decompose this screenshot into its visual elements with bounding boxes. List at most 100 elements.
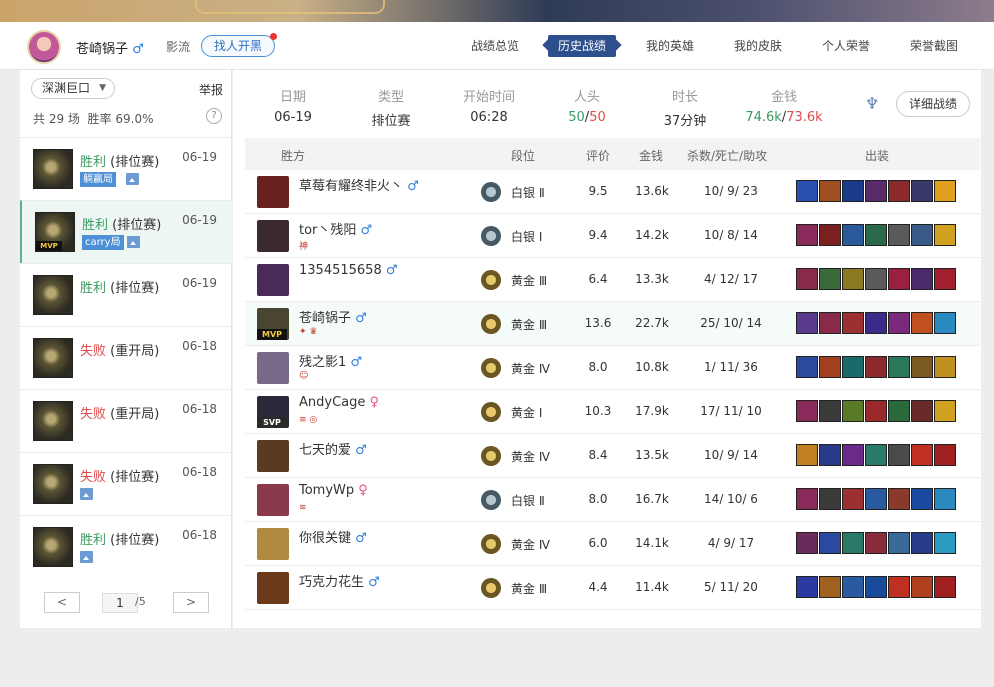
item-icon[interactable] — [865, 576, 887, 598]
player-name[interactable]: tor丶残阳 ♂ — [299, 219, 372, 238]
tab-heroes[interactable]: 我的英雄 — [646, 35, 694, 57]
table-row[interactable]: 草莓有耀终非火丶 ♂ 白银 Ⅱ 9.5 13.6k 10/ 9/ 23 — [245, 170, 980, 214]
item-icon[interactable] — [819, 576, 841, 598]
image-icon[interactable] — [126, 173, 139, 185]
item-icon[interactable] — [934, 312, 956, 334]
image-icon[interactable] — [80, 488, 93, 500]
item-icon[interactable] — [911, 180, 933, 202]
item-icon[interactable] — [865, 180, 887, 202]
item-icon[interactable] — [842, 488, 864, 510]
item-icon[interactable] — [842, 180, 864, 202]
item-icon[interactable] — [796, 488, 818, 510]
page-input[interactable]: 1 — [102, 593, 138, 613]
item-icon[interactable] — [888, 488, 910, 510]
player-name[interactable]: TomyWp ♀ — [299, 483, 368, 498]
item-icon[interactable] — [888, 312, 910, 334]
tab-skins[interactable]: 我的皮肤 — [734, 35, 782, 57]
item-icon[interactable] — [888, 444, 910, 466]
match-item[interactable]: MVP 胜利 (排位赛) 06-19 carry局 — [20, 200, 232, 263]
item-icon[interactable] — [911, 532, 933, 554]
item-icon[interactable] — [934, 400, 956, 422]
detail-stats-button[interactable]: 详细战绩 — [896, 91, 970, 117]
table-row[interactable]: 你很关键 ♂ 黄金 Ⅳ 6.0 14.1k 4/ 9/ 17 — [245, 522, 980, 566]
item-icon[interactable] — [888, 268, 910, 290]
item-icon[interactable] — [911, 400, 933, 422]
table-row[interactable]: 七天的爱 ♂ 黄金 Ⅳ 8.4 13.5k 10/ 9/ 14 — [245, 434, 980, 478]
image-icon[interactable] — [127, 236, 140, 248]
trophy-icon[interactable]: ♆ — [865, 94, 883, 114]
item-icon[interactable] — [842, 576, 864, 598]
item-icon[interactable] — [865, 444, 887, 466]
table-row[interactable]: tor丶残阳 ♂ 神 白银 Ⅰ 9.4 14.2k 10/ 8/ 14 — [245, 214, 980, 258]
item-icon[interactable] — [842, 312, 864, 334]
item-icon[interactable] — [888, 224, 910, 246]
item-icon[interactable] — [934, 576, 956, 598]
image-icon[interactable] — [80, 551, 93, 563]
item-icon[interactable] — [911, 268, 933, 290]
item-icon[interactable] — [819, 444, 841, 466]
item-icon[interactable] — [865, 356, 887, 378]
item-icon[interactable] — [819, 400, 841, 422]
mode-select[interactable]: 深渊巨口 ▼ — [31, 78, 115, 99]
item-icon[interactable] — [796, 312, 818, 334]
item-icon[interactable] — [888, 180, 910, 202]
item-icon[interactable] — [911, 444, 933, 466]
player-name[interactable]: 巧克力花生 ♂ — [299, 571, 380, 590]
tab-overview[interactable]: 战绩总览 — [471, 35, 519, 57]
item-icon[interactable] — [888, 576, 910, 598]
player-name[interactable]: 1354515658 ♂ — [299, 263, 398, 278]
item-icon[interactable] — [934, 224, 956, 246]
item-icon[interactable] — [796, 268, 818, 290]
find-team-button[interactable]: 找人开黑 — [201, 33, 277, 57]
item-icon[interactable] — [842, 356, 864, 378]
item-icon[interactable] — [888, 400, 910, 422]
report-link[interactable]: 举报 — [199, 81, 223, 98]
player-name[interactable]: 苍崎锅子 ♂ — [299, 307, 367, 326]
item-icon[interactable] — [819, 532, 841, 554]
tab-honors[interactable]: 个人荣誉 — [822, 35, 870, 57]
item-icon[interactable] — [934, 532, 956, 554]
player-name[interactable]: 你很关键 ♂ — [299, 527, 367, 546]
tab-screenshots[interactable]: 荣誉截图 — [910, 35, 958, 57]
item-icon[interactable] — [842, 532, 864, 554]
table-row[interactable]: 残之影1 ♂ ☺ 黄金 Ⅳ 8.0 10.8k 1/ 11/ 36 — [245, 346, 980, 390]
item-icon[interactable] — [796, 576, 818, 598]
item-icon[interactable] — [819, 268, 841, 290]
item-icon[interactable] — [796, 400, 818, 422]
match-item[interactable]: 失败 (重开局) 06-18 — [20, 389, 232, 452]
player-name[interactable]: 草莓有耀终非火丶 ♂ — [299, 175, 419, 194]
table-row[interactable]: SVP AndyCage ♀ ≡ ◎ 黄金 Ⅰ 10.3 17.9k 17/ 11/ 10 — [245, 390, 980, 434]
player-name[interactable]: 七天的爱 ♂ — [299, 439, 367, 458]
match-item[interactable]: 胜利 (排位赛) 06-19 — [20, 263, 232, 326]
item-icon[interactable] — [934, 268, 956, 290]
item-icon[interactable] — [934, 444, 956, 466]
item-icon[interactable] — [865, 488, 887, 510]
item-icon[interactable] — [842, 268, 864, 290]
item-icon[interactable] — [934, 180, 956, 202]
item-icon[interactable] — [842, 444, 864, 466]
match-item[interactable]: 胜利 (排位赛) 06-18 — [20, 515, 232, 578]
item-icon[interactable] — [865, 224, 887, 246]
match-item[interactable]: 胜利 (排位赛) 06-19 躺赢局 — [20, 137, 232, 200]
next-page-button[interactable]: > — [173, 592, 209, 613]
item-icon[interactable] — [796, 444, 818, 466]
item-icon[interactable] — [819, 312, 841, 334]
item-icon[interactable] — [934, 356, 956, 378]
item-icon[interactable] — [911, 224, 933, 246]
player-name[interactable]: 残之影1 ♂ — [299, 351, 362, 370]
table-row[interactable]: 巧克力花生 ♂ 黄金 Ⅲ 4.4 11.4k 5/ 11/ 20 — [245, 566, 980, 610]
item-icon[interactable] — [819, 488, 841, 510]
item-icon[interactable] — [888, 532, 910, 554]
prev-page-button[interactable]: < — [44, 592, 80, 613]
item-icon[interactable] — [796, 180, 818, 202]
item-icon[interactable] — [842, 400, 864, 422]
item-icon[interactable] — [888, 356, 910, 378]
item-icon[interactable] — [934, 488, 956, 510]
match-item[interactable]: 失败 (重开局) 06-18 — [20, 326, 232, 389]
item-icon[interactable] — [911, 312, 933, 334]
match-item[interactable]: 失败 (排位赛) 06-18 — [20, 452, 232, 515]
item-icon[interactable] — [865, 400, 887, 422]
table-row[interactable]: TomyWp ♀ ≋ 白银 Ⅱ 8.0 16.7k 14/ 10/ 6 — [245, 478, 980, 522]
item-icon[interactable] — [796, 532, 818, 554]
avatar[interactable] — [27, 30, 61, 64]
